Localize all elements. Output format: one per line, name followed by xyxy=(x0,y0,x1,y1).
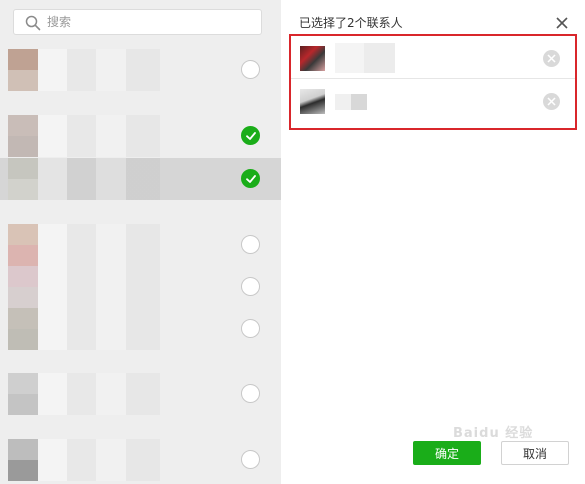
contact-name-blurred xyxy=(38,373,160,415)
avatar xyxy=(8,308,38,350)
cancel-button[interactable]: 取消 xyxy=(501,441,569,465)
annotation-highlight-box xyxy=(289,34,577,130)
check-icon xyxy=(246,132,256,140)
contact-row[interactable] xyxy=(0,158,281,200)
avatar xyxy=(8,439,38,481)
checkbox-unchecked[interactable] xyxy=(241,235,260,254)
checkbox-unchecked[interactable] xyxy=(241,319,260,338)
contact-row[interactable] xyxy=(0,115,281,157)
contact-row[interactable] xyxy=(0,439,281,481)
contact-row[interactable] xyxy=(0,49,281,91)
checkbox-checked[interactable] xyxy=(241,169,260,188)
contact-name-blurred xyxy=(38,49,160,91)
contact-name-blurred xyxy=(38,308,160,350)
avatar xyxy=(8,115,38,157)
confirm-button[interactable]: 确定 xyxy=(413,441,481,465)
close-icon xyxy=(556,17,568,29)
avatar xyxy=(8,373,38,415)
checkbox-unchecked[interactable] xyxy=(241,60,260,79)
contact-name-blurred xyxy=(38,158,160,200)
contact-name-blurred xyxy=(38,266,160,308)
checkbox-unchecked[interactable] xyxy=(241,277,260,296)
search-icon xyxy=(25,15,41,31)
watermark-text: Baidu 经验 xyxy=(453,426,534,441)
avatar xyxy=(8,49,38,91)
contact-row[interactable] xyxy=(0,224,281,266)
avatar xyxy=(8,158,38,200)
contact-list-pane: A xyxy=(0,0,281,484)
checkbox-unchecked[interactable] xyxy=(241,450,260,469)
selected-count-title: 已选择了2个联系人 xyxy=(299,16,403,30)
avatar xyxy=(8,266,38,308)
contact-row[interactable] xyxy=(0,373,281,415)
contact-name-blurred xyxy=(38,439,160,481)
selected-contacts-pane: 已选择了2个联系人 确定 取消 Baidu 经验 xyxy=(281,0,585,484)
checkbox-unchecked[interactable] xyxy=(241,384,260,403)
check-icon xyxy=(246,175,256,183)
checkbox-checked[interactable] xyxy=(241,126,260,145)
search-box[interactable] xyxy=(13,9,262,35)
contact-row[interactable] xyxy=(0,308,281,350)
contact-row[interactable] xyxy=(0,266,281,308)
close-dialog-button[interactable] xyxy=(556,16,568,29)
contact-name-blurred xyxy=(38,115,160,157)
search-input[interactable] xyxy=(47,13,247,31)
avatar xyxy=(8,224,38,266)
contact-name-blurred xyxy=(38,224,160,266)
